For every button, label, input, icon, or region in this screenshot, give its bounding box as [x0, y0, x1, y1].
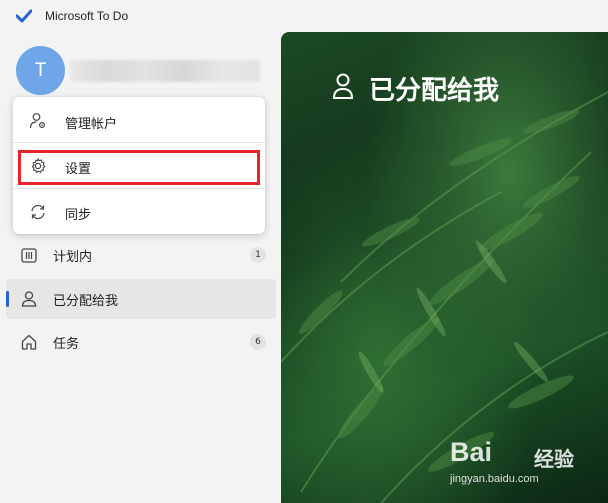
- title-bar: Microsoft To Do: [0, 0, 608, 32]
- sidebar-item-planned[interactable]: 计划内 1: [6, 235, 276, 275]
- account-name-redacted[interactable]: [70, 60, 260, 82]
- home-icon: [21, 334, 37, 350]
- list-title: 已分配给我: [369, 76, 500, 106]
- calendar-icon: [21, 248, 37, 263]
- person-icon: [332, 73, 354, 99]
- app-title: Microsoft To Do: [45, 9, 129, 23]
- sidebar-item-label: 已分配给我: [53, 294, 119, 309]
- task-count-badge: 1: [250, 247, 266, 263]
- account-menu: 管理帐户 设置 同步: [13, 97, 265, 234]
- watermark-logo: Bai: [450, 437, 493, 467]
- sidebar-item-label: 计划内: [53, 250, 93, 265]
- menu-item-label: 同步: [65, 208, 92, 223]
- menu-item-sync[interactable]: 同步: [13, 191, 265, 233]
- sidebar-item-tasks[interactable]: 任务 6: [6, 322, 276, 362]
- selection-indicator: [6, 291, 9, 307]
- watermark-text: 经验: [534, 447, 574, 471]
- watermark: Bai 经验 jingyan.baidu.com: [442, 435, 602, 495]
- person-icon: [21, 291, 37, 307]
- avatar[interactable]: T: [16, 46, 65, 95]
- todo-logo-icon: [16, 9, 32, 23]
- watermark-url: jingyan.baidu.com: [450, 473, 539, 485]
- menu-divider: [13, 188, 265, 189]
- sidebar-item-label: 任务: [53, 337, 80, 352]
- highlight-annotation: [18, 150, 260, 185]
- sync-icon: [31, 204, 45, 220]
- list-background: 已分配给我: [281, 32, 608, 503]
- person-gear-icon: [29, 113, 46, 129]
- menu-item-label: 管理帐户: [65, 117, 118, 132]
- menu-item-manage-account[interactable]: 管理帐户: [13, 100, 265, 142]
- menu-divider: [13, 142, 265, 143]
- sidebar-item-assigned[interactable]: 已分配给我: [6, 279, 276, 319]
- task-count-badge: 6: [250, 334, 266, 350]
